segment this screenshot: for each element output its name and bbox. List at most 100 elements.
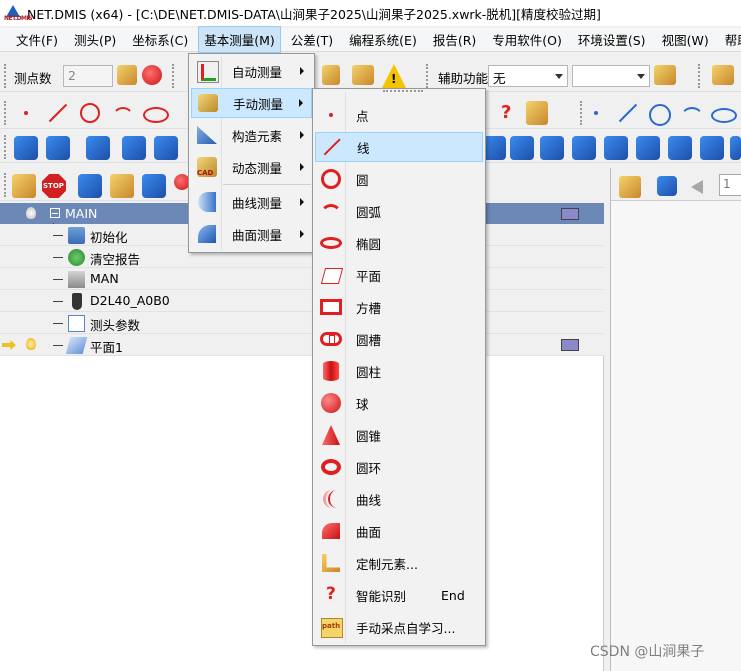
menu-item-manual-measure[interactable]: 手动测量 xyxy=(191,88,312,118)
prev-page-icon[interactable] xyxy=(691,180,703,194)
home-icon[interactable] xyxy=(352,65,374,85)
menu-coordinate-system[interactable]: 坐标系(C) xyxy=(126,26,194,53)
probe-tool-icon[interactable] xyxy=(322,65,340,85)
menu-special-software[interactable]: 专用软件(O) xyxy=(486,26,568,53)
custom-feature-icon xyxy=(320,552,342,574)
menu-basic-measurement[interactable]: 基本测量(M) xyxy=(198,26,281,53)
menu-item-label: 圆环 xyxy=(356,460,382,476)
cylinder-shape-icon[interactable] xyxy=(572,136,596,160)
menu-item-auto-measure[interactable]: 自动测量 xyxy=(191,56,312,86)
menu-item-construct[interactable]: 构造元素 xyxy=(191,120,312,150)
menu-probe[interactable]: 测头(P) xyxy=(68,26,122,53)
init-axes-icon[interactable] xyxy=(14,136,38,160)
clear-report-icon xyxy=(68,249,85,266)
menu-item-arc[interactable]: 圆弧 xyxy=(315,196,483,226)
toolbar-gripper[interactable] xyxy=(698,64,702,88)
menu-item-surface-measure[interactable]: 曲面测量 xyxy=(191,219,312,249)
menu-programming[interactable]: 编程系统(E) xyxy=(343,26,423,53)
submenu-arrow-icon xyxy=(300,67,304,75)
menu-help[interactable]: 帮助(H) xyxy=(719,26,741,53)
points-icon[interactable] xyxy=(142,65,162,85)
menu-item-round-slot[interactable]: 圆槽 xyxy=(315,324,483,354)
menu-view[interactable]: 视图(W) xyxy=(656,26,715,53)
secondary-select[interactable] xyxy=(572,65,650,87)
list-icon[interactable] xyxy=(78,174,102,198)
watermark: CSDN @山涧果子 xyxy=(590,644,705,660)
aux-function-select[interactable]: 无 xyxy=(488,65,568,87)
menu-item-curve[interactable]: 曲线 xyxy=(315,484,483,514)
menu-item-plane[interactable]: 平面 xyxy=(315,260,483,290)
menu-tolerance[interactable]: 公差(T) xyxy=(285,26,339,53)
menu-item-cylinder[interactable]: 圆柱 xyxy=(315,356,483,386)
curve-shape-icon[interactable] xyxy=(700,136,724,160)
menu-item-cone[interactable]: 圆锥 xyxy=(315,420,483,450)
translate-axes-icon[interactable] xyxy=(122,136,146,160)
circle-tool-icon[interactable] xyxy=(646,101,671,126)
menu-item-rect-slot[interactable]: 方槽 xyxy=(315,292,483,322)
window-record-icon[interactable] xyxy=(142,174,166,198)
save-icon[interactable] xyxy=(657,176,677,196)
arc-tool-icon[interactable] xyxy=(678,101,704,125)
menu-item-line[interactable]: 线 xyxy=(315,132,483,162)
toolbar-gripper[interactable] xyxy=(4,135,8,159)
ellipse-tool-icon[interactable] xyxy=(142,101,169,125)
unlock-icon[interactable] xyxy=(110,174,134,198)
smart-recognition-icon[interactable] xyxy=(494,101,518,125)
menu-file[interactable]: 文件(F) xyxy=(10,26,64,53)
coordinate-box-icon[interactable] xyxy=(86,136,110,160)
menu-item-circle[interactable]: 圆 xyxy=(315,164,483,194)
rps-icon[interactable] xyxy=(154,136,178,160)
tree-row[interactable]: 测头参数 xyxy=(0,312,604,334)
menu-item-label: 曲线测量 xyxy=(232,195,283,211)
torus-shape-icon[interactable] xyxy=(604,136,628,160)
curve-shape-icon[interactable] xyxy=(540,136,564,160)
graphics-area[interactable] xyxy=(611,200,741,671)
brush-icon[interactable] xyxy=(712,65,734,85)
menu-item-sphere[interactable]: 球 xyxy=(315,388,483,418)
surface-shape-icon[interactable] xyxy=(510,136,534,160)
menu-environment-settings[interactable]: 环境设置(S) xyxy=(572,26,652,53)
point-tool-icon[interactable] xyxy=(584,101,608,125)
menu-item-label: 手动测量 xyxy=(233,96,284,112)
eraser-icon[interactable] xyxy=(117,65,137,85)
menu-item-point[interactable]: 点 xyxy=(315,100,483,130)
tree-row[interactable]: MAN xyxy=(0,268,604,290)
settings-gear-icon[interactable] xyxy=(619,176,641,198)
line-tool-icon[interactable] xyxy=(614,101,638,125)
toolbar-gripper[interactable] xyxy=(4,173,8,197)
menu-item-smart-recognition[interactable]: 智能识别 End xyxy=(315,580,483,610)
menu-item-path-learn[interactable]: path 手动采点自学习... xyxy=(315,612,483,642)
menu-item-ellipse[interactable]: 椭圆 xyxy=(315,228,483,258)
page-field[interactable]: 1 xyxy=(719,174,741,196)
lock-settings-icon[interactable] xyxy=(654,65,676,85)
warning-icon[interactable]: ! xyxy=(382,64,406,88)
line-tool-icon[interactable] xyxy=(44,101,68,125)
stop-icon[interactable]: STOP xyxy=(42,174,66,198)
toolbar-gripper[interactable] xyxy=(4,64,8,88)
surface-icon xyxy=(320,520,342,542)
tree-row-current[interactable]: 平面1 xyxy=(0,334,604,356)
menu-item-custom-feature[interactable]: 定制元素... xyxy=(315,548,483,578)
tree-row[interactable]: D2L40_A0B0 xyxy=(0,290,604,312)
menu-item-dynamic-measure[interactable]: CAD 动态测量 xyxy=(191,152,312,182)
toolbar-gripper[interactable] xyxy=(4,101,8,125)
cylinder-shape-icon[interactable] xyxy=(636,136,660,160)
tree-branch xyxy=(53,323,63,324)
toolbar-gripper[interactable] xyxy=(426,64,430,88)
axes-icon[interactable] xyxy=(46,136,70,160)
collapse-icon[interactable] xyxy=(50,208,60,218)
arc-tool-icon[interactable] xyxy=(110,101,134,125)
point-count-input[interactable]: 2 xyxy=(63,65,113,87)
menu-report[interactable]: 报告(R) xyxy=(427,26,482,53)
point-tool-icon[interactable] xyxy=(14,101,38,125)
surface-shape-icon[interactable] xyxy=(668,136,692,160)
menu-item-curve-measure[interactable]: 曲线测量 xyxy=(191,187,312,217)
path-learn-icon[interactable] xyxy=(526,101,548,125)
menu-item-torus[interactable]: 圆环 xyxy=(315,452,483,482)
more-shape-icon[interactable] xyxy=(730,136,741,160)
toolbar-gripper[interactable] xyxy=(172,64,176,88)
checklist-icon[interactable] xyxy=(12,174,36,198)
ellipse-tool-icon[interactable] xyxy=(710,101,737,125)
circle-tool-icon[interactable] xyxy=(78,101,102,125)
menu-item-surface[interactable]: 曲面 xyxy=(315,516,483,546)
